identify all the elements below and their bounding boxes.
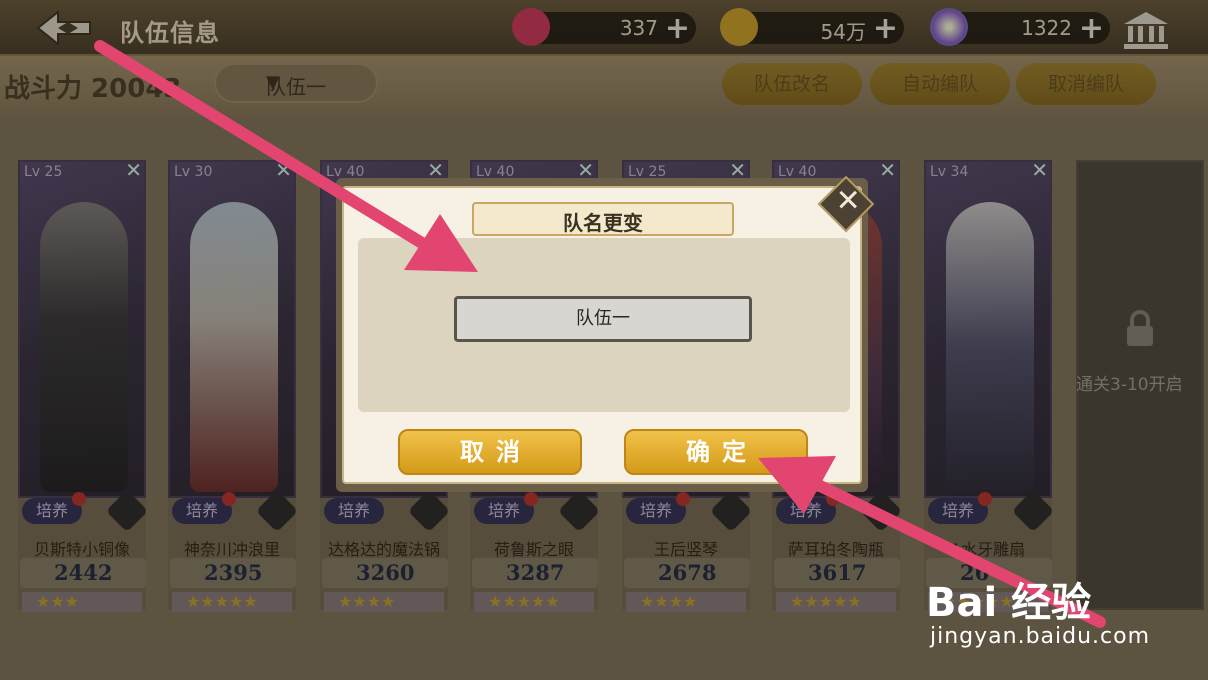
watermark-logo-text: Bai 经验: [926, 580, 1091, 626]
close-icon: ✕: [835, 183, 861, 219]
cancel-button[interactable]: 取消: [398, 429, 582, 475]
watermark-url: jingyan.baidu.com: [930, 624, 1151, 649]
baidu-watermark-logo: Bai 经验: [924, 572, 1144, 628]
confirm-button[interactable]: 确定: [624, 429, 808, 475]
dialog-title: 队名更变: [563, 211, 643, 235]
team-name-input[interactable]: 队伍一: [454, 296, 752, 342]
